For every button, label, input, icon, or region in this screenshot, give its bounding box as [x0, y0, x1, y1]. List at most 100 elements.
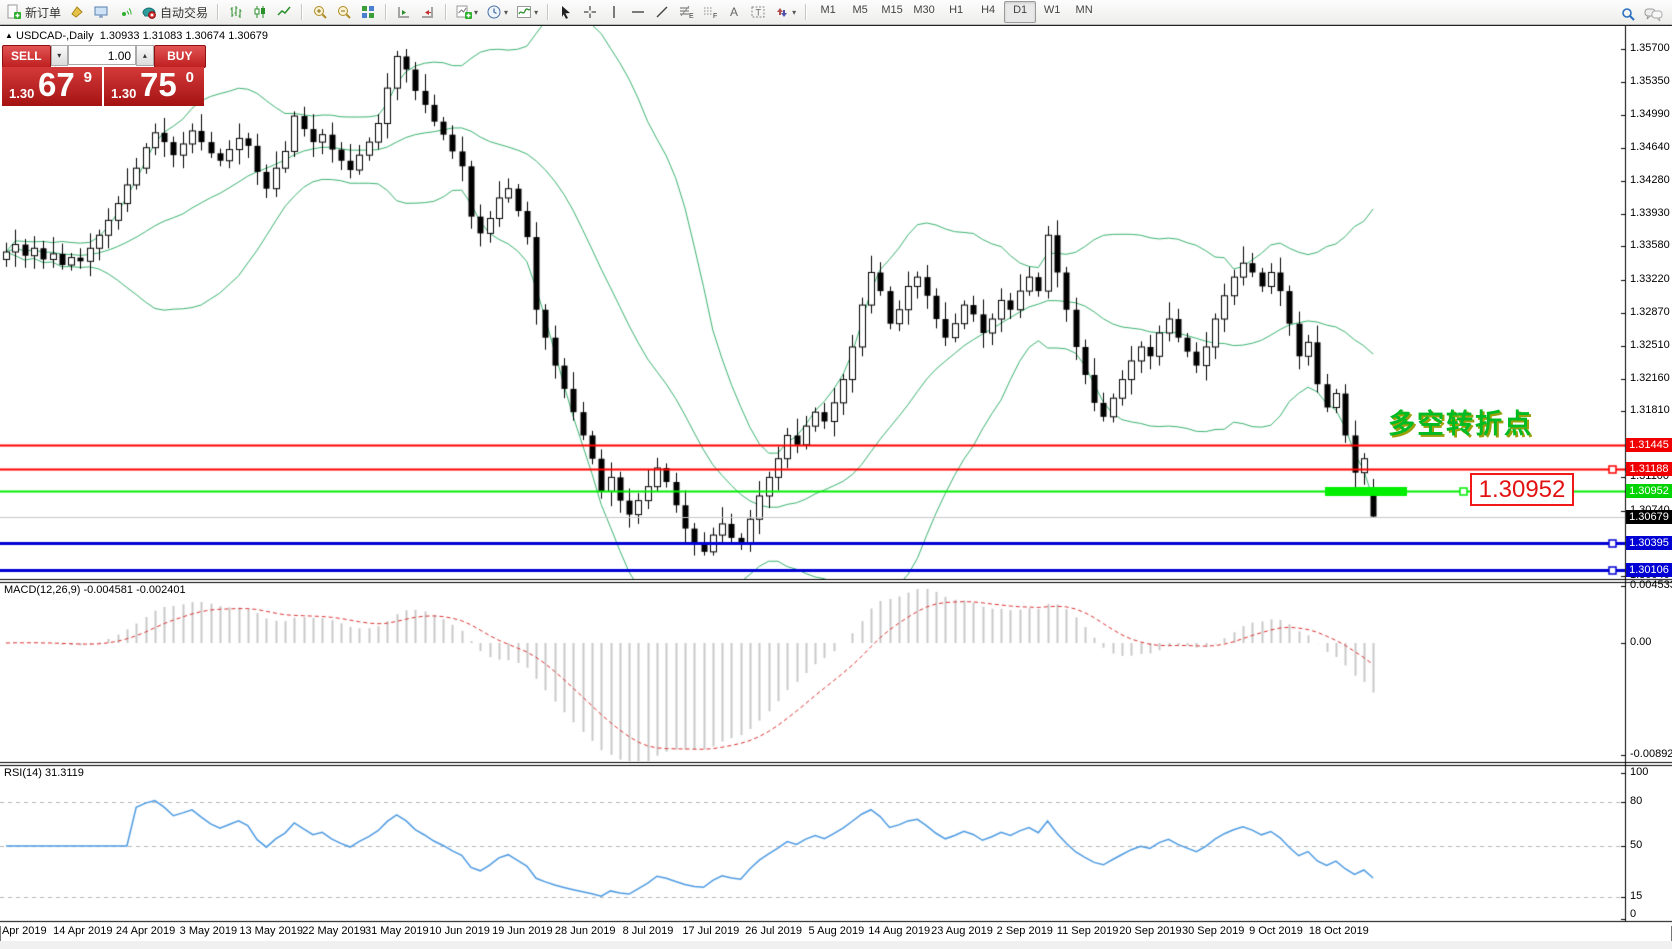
chart-title: USDCAD-,Daily 1.30933 1.31083 1.30674 1.… [16, 30, 268, 42]
autotrade-label: 自动交易 [160, 4, 208, 21]
price-tick: 1.32870 [1630, 306, 1670, 318]
price-badge: 1.30106 [1626, 563, 1672, 577]
template-icon [516, 4, 532, 20]
text-button[interactable]: A [722, 0, 746, 24]
toolbar-separator [805, 4, 807, 20]
price-tick: 1.35700 [1630, 42, 1670, 54]
fibo-retracement-button[interactable]: E [674, 0, 698, 24]
volume-decrease-button[interactable]: ▾ [51, 45, 69, 66]
toolbar-separator [445, 4, 447, 20]
timeframe-button-m1[interactable]: M1 [812, 1, 844, 23]
svg-text:A: A [730, 5, 738, 19]
zoom-out-icon [336, 4, 352, 20]
line-chart-button[interactable] [272, 0, 296, 24]
sell-price-display[interactable]: 1.30 67 9 [2, 67, 102, 106]
volume-input[interactable] [68, 45, 136, 65]
price-tick: 1.33220 [1630, 273, 1670, 285]
rsi-label: RSI(14) 31.3119 [4, 767, 84, 779]
sell-button[interactable]: SELL [2, 45, 51, 68]
zoom-out-button[interactable] [332, 0, 356, 24]
periods-button[interactable]: ▾ [482, 0, 512, 24]
date-label: 19 Jun 2019 [492, 925, 553, 937]
date-label: 31 May 2019 [365, 925, 429, 937]
autotrade-button[interactable]: 自动交易 [137, 0, 212, 24]
date-label: 10 Jun 2019 [429, 925, 490, 937]
timeframe-button-d1[interactable]: D1 [1004, 1, 1036, 23]
price-tick: 1.35350 [1630, 75, 1670, 87]
gold-diamond-icon [69, 4, 85, 20]
timeframe-button-mn[interactable]: MN [1068, 1, 1100, 23]
buy-price-sup: 0 [186, 69, 194, 86]
fibo-grid-button[interactable]: F [698, 0, 722, 24]
macd-tick: 0.004533 [1630, 579, 1672, 591]
price-tick: 1.34280 [1630, 174, 1670, 186]
horizontal-line-button[interactable] [626, 0, 650, 24]
toolbar-separator [217, 4, 219, 20]
cursor-icon [558, 4, 574, 20]
chart-plot-canvas[interactable] [0, 26, 1672, 926]
buy-price-display[interactable]: 1.30 75 0 [104, 67, 204, 106]
text-label-icon: T [750, 4, 766, 20]
bar-chart-button[interactable] [224, 0, 248, 24]
sell-price-prefix: 1.30 [9, 86, 34, 101]
zoom-in-button[interactable] [308, 0, 332, 24]
chart-shift-button[interactable] [416, 0, 440, 24]
timeframe-button-m30[interactable]: M30 [908, 1, 940, 23]
horizontal-line-icon [630, 4, 646, 20]
buy-price-big: 75 [140, 66, 177, 104]
tile-windows-icon [360, 4, 376, 20]
date-label: 30 Sep 2019 [1182, 925, 1244, 937]
chart-shift-icon [420, 4, 436, 20]
navigator-button[interactable] [65, 0, 89, 24]
chevron-down-icon: ▾ [504, 8, 508, 17]
macd-tick: 0.00 [1630, 636, 1651, 648]
date-label: 11 Sep 2019 [1057, 925, 1119, 937]
timeframe-button-h1[interactable]: H1 [940, 1, 972, 23]
new-order-button[interactable]: 新订单 [2, 0, 65, 24]
candlestick-chart-button[interactable] [248, 0, 272, 24]
svg-text:E: E [689, 13, 694, 20]
date-label: 3 May 2019 [180, 925, 237, 937]
chat-button[interactable] [1640, 2, 1668, 26]
timeframe-button-m5[interactable]: M5 [844, 1, 876, 23]
timeframe-button-m15[interactable]: M15 [876, 1, 908, 23]
fibo-retracement-icon: E [678, 4, 694, 20]
date-label: 14 Apr 2019 [53, 925, 112, 937]
sell-price-big: 67 [38, 66, 75, 104]
autotrade-icon [141, 4, 157, 20]
buy-price-prefix: 1.30 [111, 86, 136, 101]
vertical-line-button[interactable] [602, 0, 626, 24]
timeframe-button-h4[interactable]: H4 [972, 1, 1004, 23]
macd-label: MACD(12,26,9) -0.004581 -0.002401 [4, 584, 186, 596]
rsi-tick: 15 [1630, 890, 1642, 902]
timeframe-button-w1[interactable]: W1 [1036, 1, 1068, 23]
auto-scroll-button[interactable] [392, 0, 416, 24]
market-watch-button[interactable] [89, 0, 113, 24]
indicators-button[interactable]: ▾ [452, 0, 482, 24]
crosshair-button[interactable] [578, 0, 602, 24]
rsi-tick: 50 [1630, 839, 1642, 851]
signals-button[interactable] [113, 0, 137, 24]
toolbar-separator [385, 4, 387, 20]
arrows-button[interactable]: ▾ [770, 0, 800, 24]
trendline-button[interactable] [650, 0, 674, 24]
price-tick: 1.33580 [1630, 239, 1670, 251]
price-badge: 1.30952 [1626, 484, 1672, 498]
templates-button[interactable]: ▾ [512, 0, 542, 24]
price-badge: 1.30395 [1626, 536, 1672, 550]
tile-windows-button[interactable] [356, 0, 380, 24]
price-badge: 1.31445 [1626, 438, 1672, 452]
date-label: 17 Jul 2019 [682, 925, 739, 937]
cursor-button[interactable] [554, 0, 578, 24]
search-button[interactable] [1616, 2, 1640, 26]
date-label: 18 Oct 2019 [1309, 925, 1369, 937]
volume-increase-button[interactable]: ▴ [136, 45, 154, 66]
price-tick: 1.32510 [1630, 339, 1670, 351]
new-order-icon [6, 4, 22, 20]
monitor-icon [93, 4, 109, 20]
date-label: 28 Jun 2019 [555, 925, 616, 937]
text-label-button[interactable]: T [746, 0, 770, 24]
buy-button[interactable]: BUY [154, 45, 206, 68]
price-badge: 1.30679 [1626, 510, 1672, 524]
collapse-window-icon[interactable]: ▲ [5, 31, 13, 40]
